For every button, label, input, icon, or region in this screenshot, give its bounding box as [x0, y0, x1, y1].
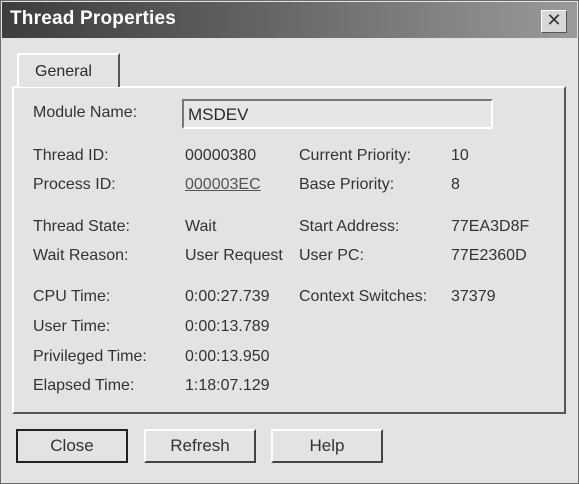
thread-state-label: Thread State:: [33, 218, 130, 235]
user-pc-value: 77E2360D: [451, 247, 527, 264]
wait-reason-label: Wait Reason:: [33, 247, 129, 264]
module-name-label: Module Name:: [33, 104, 138, 121]
elapsed-time-label: Elapsed Time:: [33, 377, 135, 394]
user-pc-label: User PC:: [299, 247, 364, 264]
context-switches-label: Context Switches:: [299, 288, 428, 305]
user-time-label: User Time:: [33, 318, 111, 335]
thread-properties-dialog: Thread Properties ✕ General Module Name:…: [0, 0, 579, 484]
cpu-time-value: 0:00:27.739: [185, 288, 270, 305]
tab-general-label: General: [35, 63, 92, 80]
base-priority-label: Base Priority:: [299, 176, 395, 193]
privileged-time-value: 0:00:13.950: [185, 348, 270, 365]
base-priority-value: 8: [451, 176, 460, 193]
tab-general[interactable]: General: [17, 53, 120, 87]
thread-state-value: Wait: [185, 218, 217, 235]
current-priority-value: 10: [451, 147, 469, 164]
close-icon[interactable]: ✕: [541, 10, 567, 33]
thread-id-value: 00000380: [185, 147, 257, 164]
privileged-time-label: Privileged Time:: [33, 348, 147, 365]
start-address-value: 77EA3D8F: [451, 218, 530, 235]
window-title: Thread Properties: [10, 8, 177, 29]
start-address-label: Start Address:: [299, 218, 400, 235]
close-button[interactable]: Close: [16, 429, 128, 463]
cpu-time-label: CPU Time:: [33, 288, 111, 305]
help-button[interactable]: Help: [271, 429, 383, 463]
title-bar[interactable]: Thread Properties ✕: [2, 2, 577, 38]
process-id-link[interactable]: 000003EC: [185, 176, 261, 194]
thread-id-label: Thread ID:: [33, 147, 109, 164]
module-name-value: MSDEV: [188, 105, 249, 124]
context-switches-value: 37379: [451, 288, 496, 305]
process-id-label: Process ID:: [33, 176, 116, 193]
user-time-value: 0:00:13.789: [185, 318, 270, 335]
current-priority-label: Current Priority:: [299, 147, 412, 164]
module-name-field[interactable]: MSDEV: [182, 99, 493, 129]
refresh-button[interactable]: Refresh: [144, 429, 256, 463]
wait-reason-value: User Request: [185, 247, 283, 264]
elapsed-time-value: 1:18:07.129: [185, 377, 270, 394]
